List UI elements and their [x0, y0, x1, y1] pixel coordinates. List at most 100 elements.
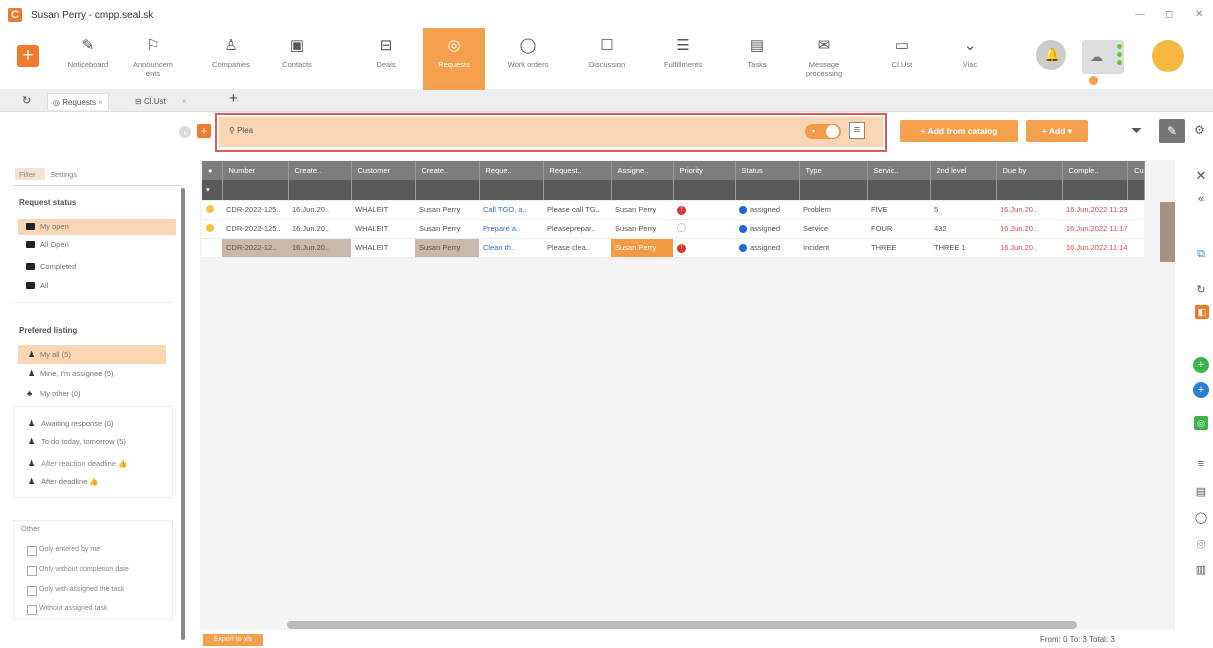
add-workorder-icon[interactable]: ◯ — [1193, 511, 1209, 524]
table-cell[interactable]: Incident — [799, 238, 867, 258]
table-cell[interactable]: assigned — [735, 238, 799, 258]
column-header[interactable]: Cu — [1127, 161, 1145, 180]
add-request-icon[interactable]: ◎ — [1193, 537, 1209, 550]
toolbar-viac[interactable]: ⌄ Viac — [950, 28, 990, 90]
toolbar-deals[interactable]: ⊟ Deals — [360, 28, 412, 90]
filter-cell[interactable] — [611, 180, 674, 201]
column-header[interactable]: Create.. — [288, 161, 352, 180]
status-all[interactable]: All — [18, 278, 176, 294]
close-tab-icon[interactable]: × — [98, 98, 103, 107]
column-header[interactable]: Due by — [996, 161, 1063, 180]
add-tab-button[interactable]: + — [229, 90, 238, 107]
table-cell[interactable]: Call TGO, a.. — [479, 200, 543, 220]
filter-cell[interactable] — [543, 180, 612, 201]
table-row[interactable]: CDR-2022-125.. 16.Jun.20.. WHALEIT Susan Pe… — [202, 219, 1145, 239]
table-cell[interactable]: FOUR — [867, 219, 930, 239]
column-header[interactable]: ● — [202, 161, 223, 180]
table-cell[interactable]: 16.Jun.20.. — [288, 219, 351, 239]
table-cell[interactable]: 16.Jun.2022 11:14 — [1062, 238, 1128, 258]
horizontal-scrollbar[interactable] — [287, 621, 1077, 629]
add-document-icon[interactable]: ▥ — [1193, 563, 1209, 576]
check-without-assigned-task[interactable]: Without assigned task — [27, 605, 107, 615]
filter-cell[interactable] — [673, 180, 736, 201]
table-cell[interactable]: CDR-2022-12.. — [222, 238, 288, 258]
table-cell[interactable]: Please clea.. — [543, 238, 611, 258]
table-cell[interactable]: Please call TG.. — [543, 200, 611, 220]
column-header[interactable]: Assigne.. — [611, 161, 674, 180]
tab-clust[interactable]: ⊟ Cl.Ust × — [130, 93, 192, 110]
filter-cell[interactable] — [288, 180, 352, 201]
toolbar-companies[interactable]: ♙ Companies — [205, 28, 257, 90]
close-window-button[interactable]: ✕ — [1195, 9, 1203, 20]
table-cell[interactable]: THREE — [867, 238, 930, 258]
column-header[interactable]: Type — [799, 161, 868, 180]
status-all-open[interactable]: All Open — [18, 237, 176, 253]
table-cell[interactable] — [202, 219, 222, 239]
add-blue-icon[interactable]: + — [1193, 382, 1209, 398]
table-row[interactable]: CDR-2022-12.. 16.Jun.20.. WHALEIT Susan Per… — [202, 238, 1145, 258]
list-view-icon[interactable]: ≡ — [849, 122, 865, 139]
table-cell[interactable]: 16.Jun.20.. — [996, 238, 1062, 258]
settings-tab-label[interactable]: Settings — [50, 170, 77, 179]
toolbar-fulfillments[interactable]: ☰ Fulfillments — [652, 28, 714, 90]
table-cell[interactable]: 432 — [930, 219, 996, 239]
settings-icon[interactable]: ⚙ — [1194, 123, 1205, 137]
table-cell[interactable] — [673, 219, 735, 239]
export-xls-button[interactable]: Export to xls — [203, 634, 263, 646]
refresh-icon[interactable]: ↻ — [22, 94, 31, 107]
open-external-icon[interactable]: ⧉ — [1193, 248, 1209, 261]
table-cell[interactable]: Susan Perry — [415, 238, 479, 258]
refresh-icon[interactable]: ↻ — [1193, 283, 1209, 296]
column-header[interactable]: 2nd level — [930, 161, 997, 180]
column-header[interactable]: Request.. — [543, 161, 612, 180]
column-header[interactable]: Priority — [673, 161, 736, 180]
column-header[interactable]: Number — [222, 161, 289, 180]
table-cell[interactable]: Pleaseprepar.. — [543, 219, 611, 239]
filter-cell[interactable] — [1062, 180, 1129, 201]
table-cell[interactable]: Susan Perry — [611, 200, 673, 220]
maximize-button[interactable]: ◻ — [1165, 9, 1173, 20]
table-cell[interactable]: ! — [673, 238, 735, 258]
status-my-open[interactable]: My open — [18, 219, 176, 235]
table-cell[interactable]: Susan Perry — [611, 238, 673, 258]
listing-mine-assignee[interactable]: ♟ Mine, I'm assignee (5) — [18, 366, 176, 382]
table-cell[interactable]: 16.Jun.2022 11:23 — [1062, 200, 1128, 220]
back-icon[interactable]: ‹ — [179, 126, 191, 138]
close-tab-icon[interactable]: × — [182, 97, 187, 106]
column-header[interactable]: Reque.. — [479, 161, 544, 180]
table-cell[interactable]: assigned — [735, 200, 799, 220]
table-cell[interactable]: 5 — [930, 200, 996, 220]
table-cell[interactable] — [202, 200, 222, 220]
toolbar-cl-ust[interactable]: ▭ Cl.Ust — [876, 28, 928, 90]
tab-requests[interactable]: ◎ Requests × — [47, 93, 109, 110]
table-cell[interactable] — [202, 238, 222, 258]
search-input[interactable]: ⚲ Plea — [229, 126, 253, 135]
table-cell[interactable]: WHALEIT — [351, 238, 415, 258]
check-with-assigned-task[interactable]: Only with assigned the task — [27, 586, 124, 596]
orange-action-icon[interactable]: ◧ — [1195, 305, 1209, 319]
filter-cell[interactable] — [735, 180, 800, 201]
table-cell[interactable]: Clean th.. — [479, 238, 543, 258]
filter-cell[interactable] — [799, 180, 868, 201]
grid-add-icon[interactable]: + — [197, 124, 211, 138]
filter-cell[interactable] — [867, 180, 931, 201]
toolbar-tasks[interactable]: ▤ Tasks — [731, 28, 783, 90]
table-cell[interactable]: ! — [673, 200, 735, 220]
toolbar-work-orders[interactable]: ◯ Work orders — [497, 28, 559, 90]
edit-view-icon[interactable]: ✎ — [1159, 119, 1185, 143]
table-cell[interactable] — [1127, 219, 1145, 239]
table-cell[interactable]: 16.Jun.20.. — [288, 238, 351, 258]
sidebar-scrollbar[interactable] — [181, 188, 185, 640]
close-panel-icon[interactable]: ✕ — [1193, 168, 1209, 184]
table-cell[interactable]: 16.Jun.20.. — [996, 200, 1062, 220]
table-cell[interactable]: 16.Jun.20.. — [996, 219, 1062, 239]
toolbar-noticeboard[interactable]: ✎ Noticeboard — [60, 28, 116, 90]
column-header[interactable]: Customer — [351, 161, 416, 180]
table-cell[interactable]: WHALEIT — [351, 200, 415, 220]
filter-cell[interactable] — [222, 180, 289, 201]
table-row[interactable]: CDR-2022-125.. 16.Jun.20.. WHALEIT Susan Pe… — [202, 200, 1145, 220]
column-header[interactable]: Status — [735, 161, 800, 180]
toolbar-discussion[interactable]: ☐ Discussion — [581, 28, 633, 90]
collapse-icon[interactable]: « — [1193, 193, 1209, 205]
table-cell[interactable]: Service — [799, 219, 867, 239]
